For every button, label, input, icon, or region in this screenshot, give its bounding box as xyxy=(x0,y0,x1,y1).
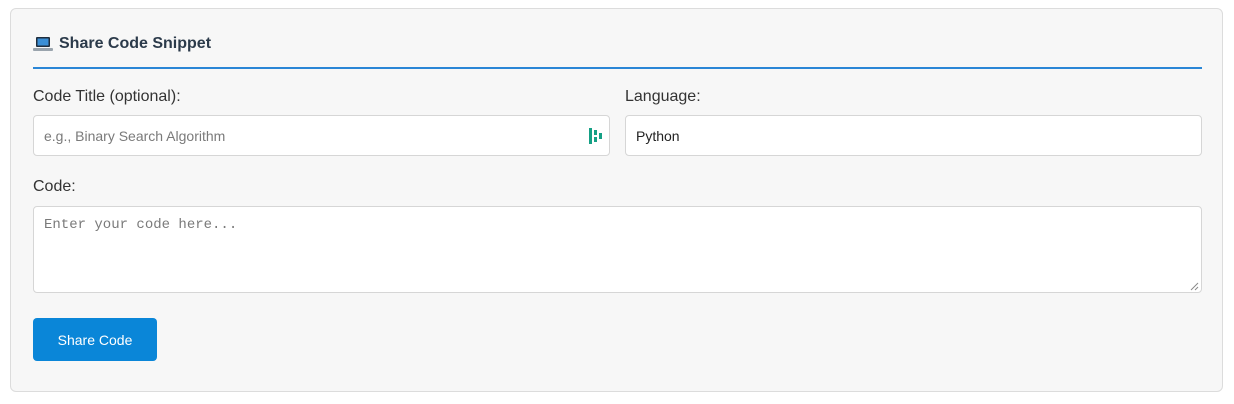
code-textarea[interactable]: Enter your code here... xyxy=(33,206,1202,293)
code-label: Code: xyxy=(33,178,76,195)
language-value: Python xyxy=(636,127,680,144)
grammarly-icon[interactable] xyxy=(589,128,603,144)
code-title-input[interactable]: e.g., Binary Search Algorithm xyxy=(33,115,610,156)
card-header: Share Code Snippet xyxy=(33,33,1202,69)
share-code-card: Share Code Snippet Code Title (optional)… xyxy=(10,8,1223,392)
share-code-button[interactable]: Share Code xyxy=(33,318,157,361)
code-title-label: Code Title (optional): xyxy=(33,88,181,105)
code-placeholder: Enter your code here... xyxy=(44,217,238,233)
language-input[interactable]: Python xyxy=(625,115,1202,156)
language-label: Language: xyxy=(625,88,701,105)
card-title: Share Code Snippet xyxy=(59,35,212,52)
laptop-icon xyxy=(33,36,53,52)
resize-handle-icon[interactable] xyxy=(1189,280,1199,291)
code-title-placeholder: e.g., Binary Search Algorithm xyxy=(44,127,226,144)
